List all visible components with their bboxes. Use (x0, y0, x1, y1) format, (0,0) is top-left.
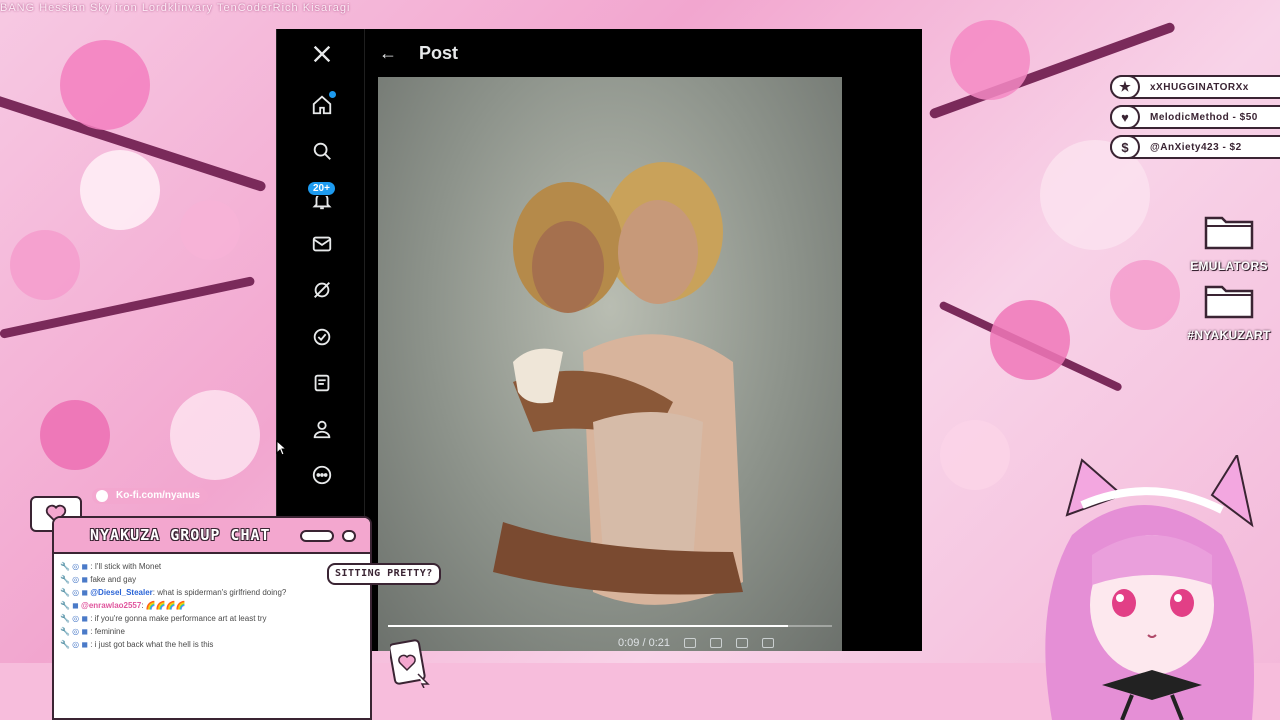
chat-title: NYAKUZA GROUP CHAT (90, 526, 271, 544)
kofi-link: Ko-fi.com/nyanus (92, 488, 208, 504)
kofi-link-text: Ko-fi.com/nyanus (116, 490, 200, 501)
donation-item: $ @AnXiety423 - $2 (1110, 135, 1280, 159)
home-unread-dot (329, 91, 336, 98)
donation-text: xXHUGGINATORXx (1150, 81, 1249, 93)
chat-message: 🔧 ◎ ◼ : if you're gonna make performance… (60, 614, 267, 623)
verified-icon[interactable] (309, 324, 335, 350)
video-frame-image (493, 162, 743, 605)
post-header: ← Post (365, 29, 923, 77)
credits-ticker: BANG Hessian Sky iron Lordklinvary TenCo… (0, 2, 351, 14)
page-title: Post (419, 42, 459, 63)
chat-message: 🔧 ◎ ◼ : I'll stick with Monet (60, 562, 162, 571)
donation-list: ★ xXHUGGINATORXx ♥ MelodicMethod - $50 $… (1110, 75, 1280, 165)
chat-message: 🔧 ◎ ◼ fake and gay (60, 575, 137, 584)
donation-text: @AnXiety423 - $2 (1150, 141, 1242, 153)
folder-label: EMULATORS (1190, 259, 1268, 273)
heart-card-icon (390, 639, 430, 688)
folder-label: #NYAKUZART (1187, 328, 1271, 342)
back-arrow-icon[interactable]: ← (365, 43, 411, 64)
vtuber-avatar (1045, 455, 1254, 720)
desktop-folder-emulators[interactable]: EMULATORS (1184, 212, 1274, 273)
post-video[interactable]: 0:09 / 0:21 (378, 77, 842, 651)
chat-messages: 🔧 ◎ ◼ : I'll stick with Monet 🔧 ◎ ◼ fake… (54, 554, 370, 651)
video-time: 0:09 / 0:21 (618, 637, 670, 649)
titlebar-dot (342, 530, 356, 542)
star-icon: ★ (1110, 75, 1140, 99)
mail-icon[interactable] (309, 231, 335, 257)
dollar-icon: $ (1110, 135, 1140, 159)
chat-message: 🔧 ◎ ◼ @Diesel_Stealer: what is spiderman… (60, 588, 287, 597)
video-progress-fill (388, 625, 788, 627)
chat-message: 🔧 ◎ ◼ : feminine (60, 627, 125, 636)
donation-item: ★ xXHUGGINATORXx (1110, 75, 1280, 99)
mouse-cursor-icon (276, 440, 288, 456)
lists-icon[interactable] (309, 370, 335, 396)
profile-icon[interactable] (309, 416, 335, 442)
chat-titlebar: NYAKUZA GROUP CHAT (54, 518, 370, 554)
desktop-folder-nyakuzart[interactable]: #NYAKUZART (1184, 281, 1274, 342)
search-icon[interactable] (309, 138, 335, 164)
more-icon[interactable] (309, 462, 335, 488)
settings-icon[interactable] (710, 638, 722, 648)
volume-icon[interactable] (684, 638, 696, 648)
chat-overlay: Ko-fi.com/nyanus NYAKUZA GROUP CHAT 🔧 ◎ … (28, 488, 378, 720)
chat-message: 🔧 ◎ ◼ : i just got back what the hell is… (60, 640, 214, 649)
x-logo-icon[interactable] (309, 41, 335, 67)
titlebar-pill (300, 530, 334, 542)
chat-message: 🔧 ◼ @enrawlao2557: 🌈🌈🌈🌈 (60, 601, 186, 610)
speech-bubble: SITTING PRETTY? (327, 563, 441, 585)
notification-badge: 20+ (307, 181, 336, 196)
donation-item: ♥ MelodicMethod - $50 (1110, 105, 1280, 129)
pip-icon[interactable] (736, 638, 748, 648)
donation-text: MelodicMethod - $50 (1150, 111, 1258, 123)
folder-icon (1204, 216, 1254, 250)
kofi-cup-icon (96, 490, 108, 502)
fullscreen-icon[interactable] (762, 638, 774, 648)
folder-icon (1204, 285, 1254, 319)
video-controls: 0:09 / 0:21 (618, 637, 774, 649)
grok-icon[interactable] (309, 277, 335, 303)
chat-panel: NYAKUZA GROUP CHAT 🔧 ◎ ◼ : I'll stick wi… (52, 516, 372, 720)
video-progress-bar[interactable] (388, 625, 832, 627)
heart-icon: ♥ (1110, 105, 1140, 129)
